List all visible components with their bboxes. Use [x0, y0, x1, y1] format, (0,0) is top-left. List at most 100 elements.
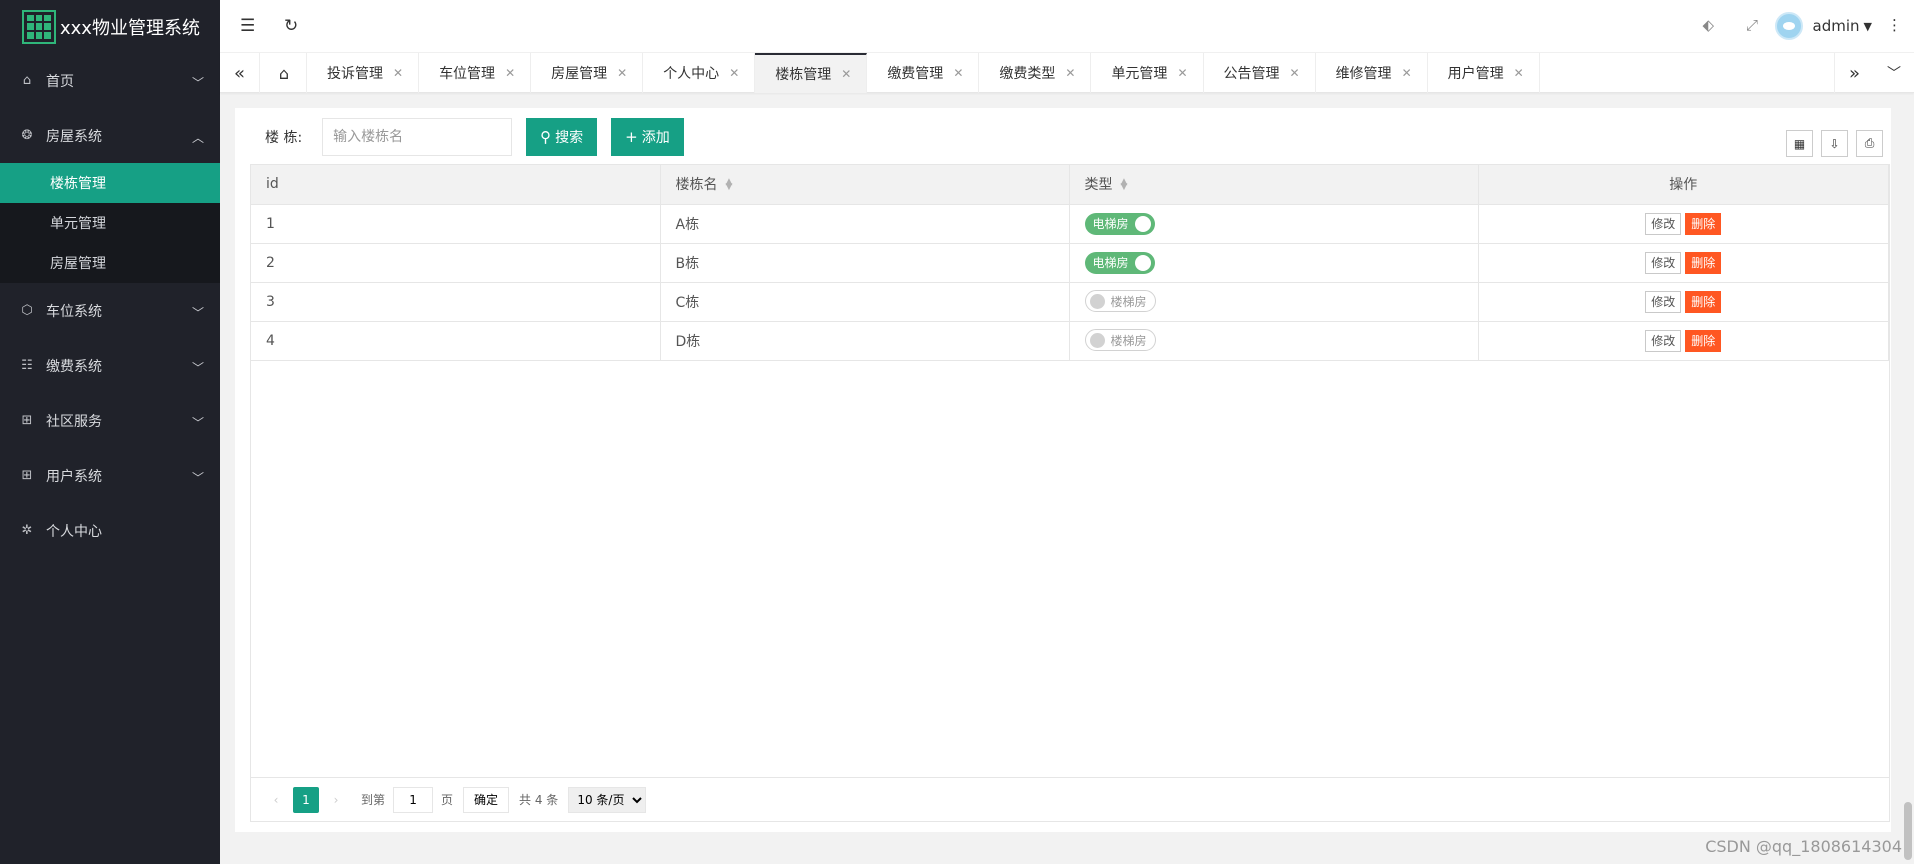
- delete-button[interactable]: 删除: [1685, 251, 1722, 274]
- sort-icon[interactable]: ▲ ▼: [1121, 178, 1128, 192]
- tab-label: 缴费类型: [999, 66, 1056, 82]
- sidebar-item-home[interactable]: ⌂ 首页 ﹀: [0, 53, 220, 108]
- chevron-up-icon: ︿: [191, 130, 204, 145]
- switch-knob: [1134, 215, 1151, 232]
- tab-label: 楼栋管理: [775, 67, 832, 83]
- page-number-current[interactable]: 1: [293, 786, 319, 813]
- tab-house[interactable]: 房屋管理 ✕: [531, 53, 644, 93]
- search-button[interactable]: ⚲ 搜索: [526, 118, 598, 156]
- refresh-icon[interactable]: ↻: [284, 16, 298, 36]
- tab-repair[interactable]: 维修管理 ✕: [1316, 53, 1428, 93]
- more-vertical-icon[interactable]: ⋮: [1887, 16, 1902, 34]
- search-button-label: 搜索: [555, 130, 584, 146]
- type-switch[interactable]: 电梯房: [1084, 212, 1155, 235]
- cell-id: 3: [251, 282, 661, 322]
- close-icon[interactable]: ✕: [617, 66, 627, 80]
- tab-unit[interactable]: 单元管理 ✕: [1091, 53, 1204, 93]
- user-menu[interactable]: admin ▼: [1774, 12, 1872, 40]
- tab-label: 用户管理: [1447, 66, 1504, 82]
- edit-button[interactable]: 修改: [1645, 212, 1682, 235]
- gear-icon: ❂: [21, 128, 33, 143]
- cell-type: 楼梯房: [1069, 282, 1479, 322]
- type-switch[interactable]: 电梯房: [1084, 251, 1155, 274]
- column-header-label: 楼栋名: [675, 177, 718, 194]
- tab-label: 个人中心: [663, 66, 720, 82]
- scrollbar[interactable]: [1904, 802, 1912, 860]
- tag-icon[interactable]: ⬖: [1702, 16, 1714, 34]
- total-count: 共 4 条: [519, 793, 559, 807]
- delete-button[interactable]: 删除: [1685, 329, 1722, 352]
- cell-type: 楼梯房: [1069, 321, 1479, 361]
- tab-payment-type[interactable]: 缴费类型 ✕: [979, 53, 1092, 93]
- tab-parking[interactable]: 车位管理 ✕: [419, 53, 532, 93]
- app-logo[interactable]: xxx物业管理系统: [0, 0, 220, 53]
- add-button[interactable]: + 添加: [611, 118, 684, 156]
- tab-personal-center[interactable]: 个人中心 ✕: [643, 53, 756, 93]
- column-header-id[interactable]: id: [251, 165, 661, 205]
- column-header-name[interactable]: 楼栋名 ▲ ▼: [660, 165, 1070, 205]
- print-icon[interactable]: ⎙: [1856, 130, 1883, 157]
- column-header-label: 类型: [1084, 177, 1113, 194]
- sidebar-item-payment-system[interactable]: ☷ 缴费系统 ﹀: [0, 338, 220, 393]
- type-switch[interactable]: 楼梯房: [1084, 290, 1156, 313]
- close-icon[interactable]: ✕: [841, 67, 851, 81]
- next-page-icon[interactable]: ›: [323, 787, 349, 813]
- delete-button[interactable]: 删除: [1685, 212, 1722, 235]
- tab-building[interactable]: 楼栋管理 ✕: [755, 53, 868, 93]
- chevron-down-icon: ﹀: [191, 415, 204, 430]
- sidebar-item-user-system[interactable]: ⊞ 用户系统 ﹀: [0, 448, 220, 503]
- cell-type: 电梯房: [1069, 243, 1479, 283]
- edit-button[interactable]: 修改: [1645, 329, 1682, 352]
- sidebar-item-community-service[interactable]: ⊞ 社区服务 ﹀: [0, 393, 220, 448]
- apps-icon: ⊞: [21, 468, 33, 483]
- goto-page-input[interactable]: [393, 786, 434, 813]
- table-row: 1 A栋 电梯房 修改 删除: [251, 204, 1889, 244]
- close-icon[interactable]: ✕: [1065, 66, 1075, 80]
- switch-knob: [1089, 293, 1105, 309]
- close-icon[interactable]: ✕: [1177, 66, 1187, 80]
- cell-id: 2: [251, 243, 661, 283]
- sidebar-subitem-house[interactable]: 房屋管理: [0, 243, 220, 283]
- sidebar-item-house-system[interactable]: ❂ 房屋系统 ︿: [0, 108, 220, 163]
- page-size-select[interactable]: 10 条/页: [568, 786, 647, 813]
- column-header-type[interactable]: 类型 ▲ ▼: [1069, 165, 1479, 205]
- settings-icon: ✲: [21, 523, 33, 538]
- close-icon[interactable]: ✕: [1514, 66, 1524, 80]
- close-icon[interactable]: ✕: [953, 66, 963, 80]
- tabs-scroll-right-icon[interactable]: »: [1834, 53, 1874, 93]
- close-icon[interactable]: ✕: [1402, 66, 1412, 80]
- sidebar-item-label: 车位系统: [46, 303, 102, 320]
- close-icon[interactable]: ✕: [729, 66, 739, 80]
- delete-button[interactable]: 删除: [1685, 290, 1722, 313]
- sort-icon[interactable]: ▲ ▼: [726, 178, 733, 192]
- tabs-menu-dropdown-icon[interactable]: ﹀: [1874, 53, 1914, 93]
- watermark: CSDN @qq_1808614304: [1705, 837, 1902, 856]
- tab-label: 单元管理: [1111, 66, 1168, 82]
- close-icon[interactable]: ✕: [505, 66, 515, 80]
- export-icon[interactable]: ⇩: [1821, 130, 1848, 157]
- sidebar-subitem-building[interactable]: 楼栋管理: [0, 163, 220, 203]
- close-icon[interactable]: ✕: [393, 66, 403, 80]
- prev-page-icon[interactable]: ‹: [263, 787, 289, 813]
- building-name-input[interactable]: [322, 118, 513, 156]
- tab-notice[interactable]: 公告管理 ✕: [1204, 53, 1316, 93]
- sidebar-subitem-unit[interactable]: 单元管理: [0, 203, 220, 243]
- sidebar-item-personal-center[interactable]: ✲ 个人中心: [0, 503, 220, 558]
- tab-complaint[interactable]: 投诉管理 ✕: [307, 53, 420, 93]
- tab-home[interactable]: ⌂: [262, 53, 307, 93]
- cell-building-name: C栋: [660, 282, 1070, 322]
- data-table: id 楼栋名 ▲ ▼ 类型 ▲ ▼ 操作 1 A栋 电梯房 修改 删除 2 B栋 电梯房: [250, 164, 1890, 822]
- columns-filter-icon[interactable]: ▦: [1786, 130, 1813, 157]
- type-switch[interactable]: 楼梯房: [1084, 329, 1156, 352]
- tab-payment[interactable]: 缴费管理 ✕: [867, 53, 980, 93]
- tab-label: 缴费管理: [887, 66, 944, 82]
- tab-user[interactable]: 用户管理 ✕: [1428, 53, 1540, 93]
- fullscreen-icon[interactable]: ⤢: [1746, 16, 1758, 34]
- goto-confirm-button[interactable]: 确定: [463, 786, 510, 813]
- close-icon[interactable]: ✕: [1290, 66, 1300, 80]
- edit-button[interactable]: 修改: [1645, 251, 1682, 274]
- tabs-scroll-left-icon[interactable]: «: [220, 53, 260, 93]
- edit-button[interactable]: 修改: [1645, 290, 1682, 313]
- menu-collapse-icon[interactable]: ☰: [240, 16, 255, 36]
- sidebar-item-parking-system[interactable]: ⬡ 车位系统 ﹀: [0, 283, 220, 338]
